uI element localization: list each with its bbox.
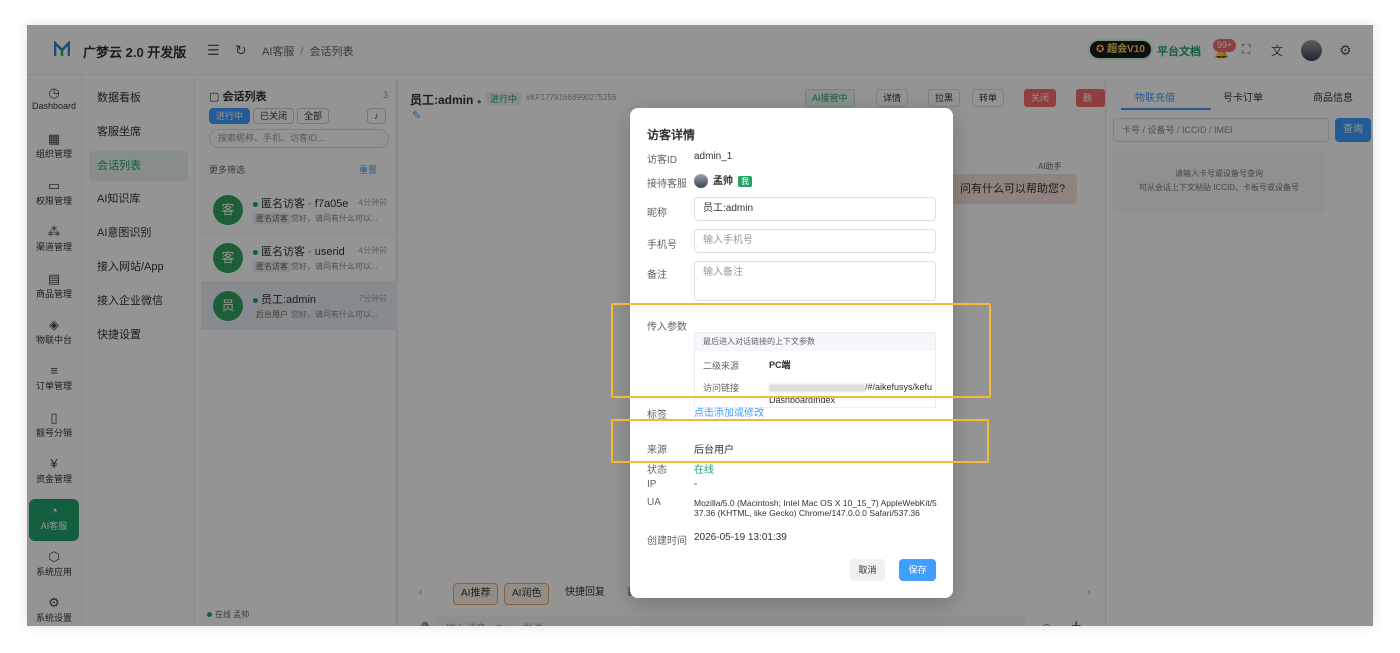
cancel-button[interactable]: 取消 bbox=[850, 559, 885, 581]
created-label: 创建时间 bbox=[647, 536, 687, 547]
highlight-box-source bbox=[611, 419, 989, 463]
remark-label: 备注 bbox=[647, 270, 667, 281]
app-window: 广梦云 2.0 开发版 ☰ ↻ AI客服 / 会话列表 ✪ 超会V10 平台文档 🔔… bbox=[27, 25, 1373, 626]
agent-value: 孟帅我 bbox=[694, 172, 752, 189]
phone-input[interactable]: 输入手机号 bbox=[694, 229, 936, 253]
ua-label: UA bbox=[647, 497, 661, 508]
me-badge: 我 bbox=[738, 176, 752, 187]
save-button[interactable]: 保存 bbox=[899, 559, 936, 581]
edit-tags-link[interactable]: 点击添加或修改 bbox=[694, 404, 764, 419]
phone-label: 手机号 bbox=[647, 240, 677, 251]
nickname-input[interactable]: 员工:admin bbox=[694, 197, 936, 221]
remark-textarea[interactable]: 输入备注 bbox=[694, 261, 936, 301]
ip-label: IP bbox=[647, 479, 657, 490]
ip-value: - bbox=[694, 479, 698, 490]
dialog-title: 访客详情 bbox=[647, 128, 696, 142]
visitor-id-label: 访客ID bbox=[647, 155, 677, 166]
nickname-label: 昵称 bbox=[647, 208, 667, 219]
created-value: 2026-05-19 13:01:39 bbox=[694, 532, 787, 543]
ua-value: Mozilla/5.0 (Macintosh; Intel Mac OS X 1… bbox=[694, 498, 937, 518]
agent-avatar bbox=[694, 174, 708, 189]
visitor-id-value: admin_1 bbox=[694, 151, 733, 162]
agent-label: 接待客服 bbox=[647, 179, 687, 190]
state-label: 状态 bbox=[647, 465, 667, 476]
highlight-box-params bbox=[611, 303, 991, 398]
state-value: 在线 bbox=[694, 465, 714, 476]
